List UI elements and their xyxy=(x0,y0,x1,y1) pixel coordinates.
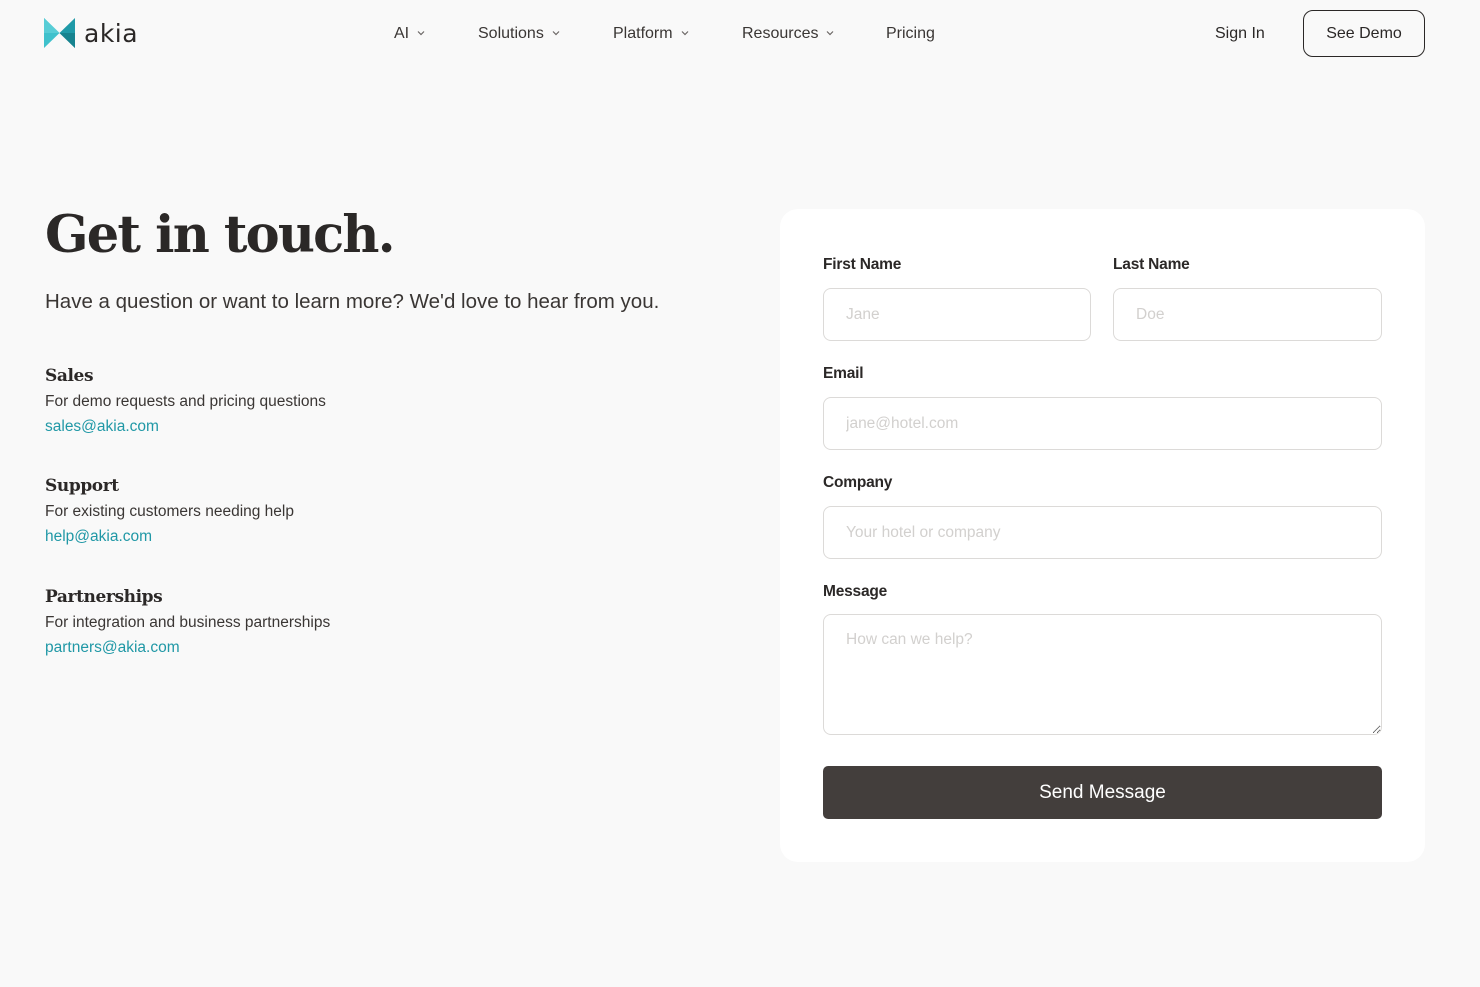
last-name-field[interactable] xyxy=(1113,288,1382,341)
contact-block-support: Support For existing customers needing h… xyxy=(45,475,465,547)
bowtie-logo-icon xyxy=(44,18,75,48)
nav-item-solutions[interactable]: Solutions xyxy=(478,22,561,46)
nav-item-pricing[interactable]: Pricing xyxy=(886,22,935,46)
contact-email-link[interactable]: sales@akia.com xyxy=(45,417,159,437)
first-name-field[interactable] xyxy=(823,288,1091,341)
contact-heading: Partnerships xyxy=(45,587,163,607)
page-title: Get in touch. xyxy=(45,205,395,265)
contact-email-link[interactable]: help@akia.com xyxy=(45,527,152,547)
message-field[interactable] xyxy=(823,614,1382,735)
nav-item-platform[interactable]: Platform xyxy=(613,22,690,46)
nav-item-label: AI xyxy=(394,25,410,42)
contact-block-partnerships: Partnerships For integration and busines… xyxy=(45,586,465,658)
last-name-label: Last Name xyxy=(1113,256,1190,273)
nav-item-resources[interactable]: Resources xyxy=(742,22,835,46)
brand-logo[interactable]: akia xyxy=(44,17,138,49)
send-message-button[interactable]: Send Message xyxy=(823,766,1382,819)
contact-description: For demo requests and pricing questions xyxy=(45,393,326,410)
first-name-label: First Name xyxy=(823,256,902,273)
contact-heading: Sales xyxy=(45,366,94,386)
contact-form: First Name Last Name Email Company Messa… xyxy=(780,209,1425,862)
nav-item-label: Pricing xyxy=(886,25,935,42)
site-header: akia AI Solutions Platform Resources Pri… xyxy=(0,0,1480,66)
nav-item-label: Platform xyxy=(613,25,673,42)
sign-in-link[interactable]: Sign In xyxy=(1215,22,1265,46)
chevron-down-icon xyxy=(680,28,690,38)
see-demo-button[interactable]: See Demo xyxy=(1303,10,1425,57)
brand-name: akia xyxy=(84,18,139,48)
email-label: Email xyxy=(823,365,864,382)
company-field[interactable] xyxy=(823,506,1382,559)
contact-description: For existing customers needing help xyxy=(45,503,294,520)
page-subtitle: Have a question or want to learn more? W… xyxy=(45,290,660,313)
nav-item-label: Solutions xyxy=(478,25,544,42)
chevron-down-icon xyxy=(551,28,561,38)
nav-item-label: Resources xyxy=(742,25,819,42)
message-label: Message xyxy=(823,583,888,600)
contact-email-link[interactable]: partners@akia.com xyxy=(45,638,180,658)
contact-description: For integration and business partnership… xyxy=(45,614,331,631)
chevron-down-icon xyxy=(416,28,426,38)
nav-item-ai[interactable]: AI xyxy=(394,22,426,46)
chevron-down-icon xyxy=(825,28,835,38)
contact-heading: Support xyxy=(45,476,119,496)
company-label: Company xyxy=(823,474,893,491)
contact-block-sales: Sales For demo requests and pricing ques… xyxy=(45,365,465,437)
email-field[interactable] xyxy=(823,397,1382,450)
